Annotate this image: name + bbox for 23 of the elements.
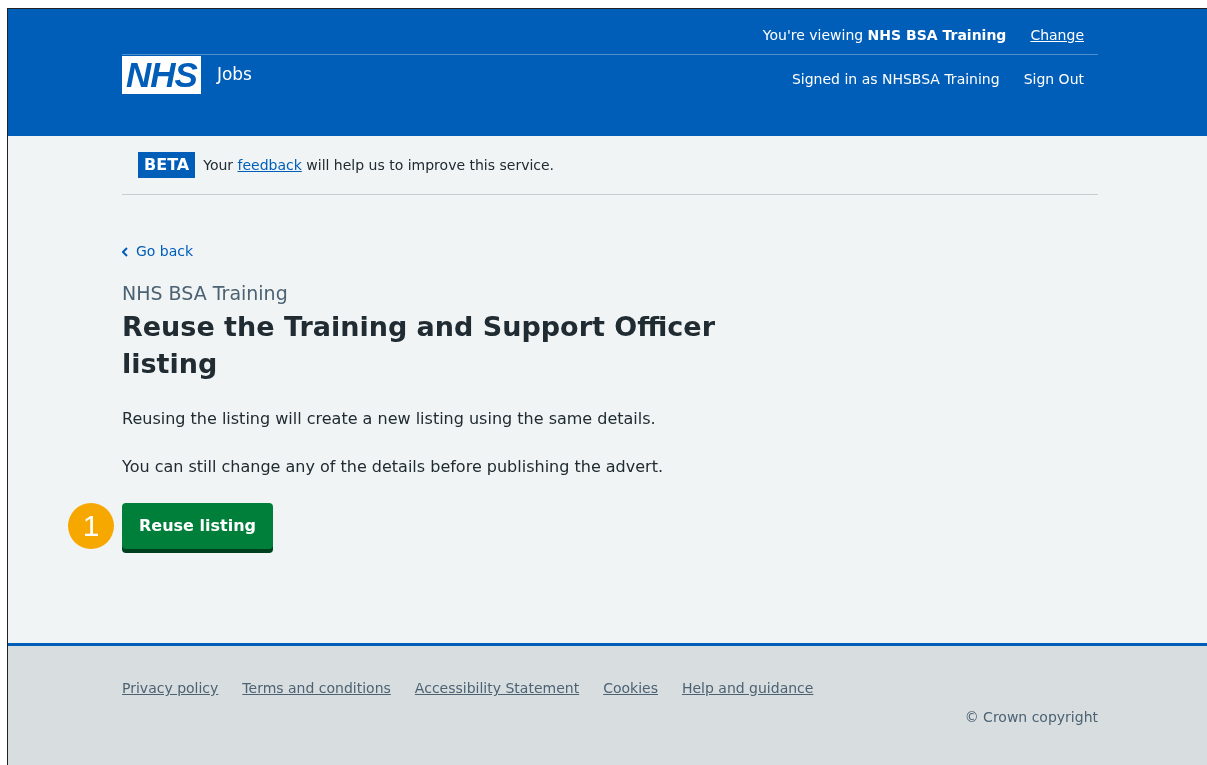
service-name: Jobs bbox=[216, 63, 252, 86]
beta-tag: BETA bbox=[138, 152, 196, 178]
footer-link[interactable]: Help and guidance bbox=[681, 678, 814, 700]
body-text: You can still change any of the details before publishing the advert. bbox=[122, 456, 664, 479]
change-link[interactable]: Change bbox=[1030, 25, 1084, 46]
footer-link[interactable]: Accessibility Statement bbox=[414, 678, 580, 700]
reuse-listing-button[interactable]: Reuse listing bbox=[122, 503, 273, 550]
footer-link[interactable]: Privacy policy bbox=[122, 678, 219, 700]
nhs-logo[interactable]: NHS bbox=[122, 56, 201, 94]
copyright-text: © Crown copyright bbox=[964, 708, 1098, 728]
back-link[interactable]: Go back bbox=[122, 241, 194, 262]
footer-link[interactable]: Terms and conditions bbox=[242, 678, 391, 700]
footer-link[interactable]: Cookies bbox=[603, 678, 658, 700]
page-heading: Reuse the Training and Support Officer listing bbox=[122, 309, 716, 382]
chevron-left-icon bbox=[122, 246, 128, 257]
feedback-link[interactable]: feedback bbox=[237, 156, 302, 173]
step-marker: 1 bbox=[68, 503, 114, 550]
feedback-text: Your feedback will help us to improve this service. bbox=[203, 155, 555, 175]
signed-in-text: Signed in as NHSBSA Training bbox=[791, 70, 1000, 89]
sign-out-link[interactable]: Sign Out bbox=[1023, 69, 1084, 90]
caption: NHS BSA Training bbox=[122, 281, 289, 306]
body-text: Reusing the listing will create a new listing using the same details. bbox=[122, 408, 657, 431]
viewing-text: You're viewing NHS BSA Training bbox=[762, 26, 1007, 45]
